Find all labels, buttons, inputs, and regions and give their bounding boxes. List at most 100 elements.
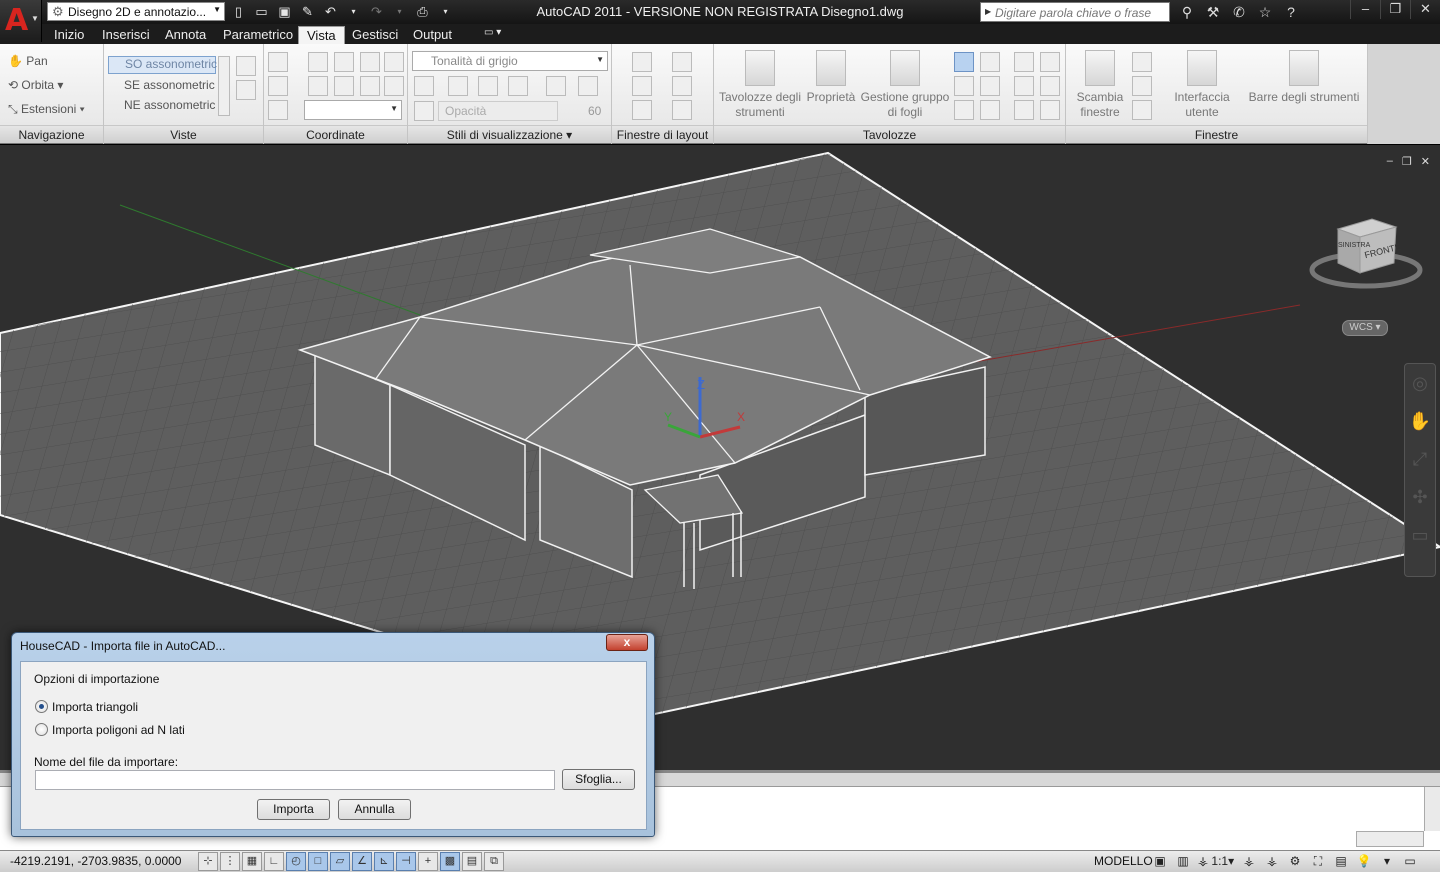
- ortho-mode-icon[interactable]: ∟: [264, 852, 284, 871]
- tab-annota[interactable]: Annota: [157, 26, 214, 44]
- ucs-world-icon[interactable]: [308, 52, 328, 72]
- calculator-icon[interactable]: [980, 76, 1000, 96]
- x-ray-icon[interactable]: [478, 76, 498, 96]
- clean-screen-icon[interactable]: ▭: [1400, 852, 1420, 871]
- redo-icon[interactable]: ↷: [366, 2, 387, 22]
- ucs-z-icon[interactable]: [384, 52, 404, 72]
- pan-icon[interactable]: ✋: [1405, 402, 1435, 440]
- redo-dropdown-icon[interactable]: ▾: [389, 2, 410, 22]
- minimize-icon[interactable]: –: [1350, 0, 1380, 19]
- radio-import-polygons[interactable]: [35, 723, 48, 736]
- hardware-acceleration-icon[interactable]: ▤: [1331, 852, 1351, 871]
- help-icon[interactable]: ?: [1280, 2, 1302, 22]
- ucs-view-icon[interactable]: [384, 76, 404, 96]
- isolate-objects-icon[interactable]: 💡: [1354, 852, 1374, 871]
- import-button[interactable]: Importa: [257, 799, 330, 820]
- dynamic-ucs-icon[interactable]: ⊾: [374, 852, 394, 871]
- tile-horizontal-icon[interactable]: [1132, 52, 1152, 72]
- pan-button[interactable]: ✋ Pan: [8, 54, 48, 68]
- quick-view-layouts-icon[interactable]: ▣: [1150, 852, 1170, 871]
- polar-tracking-icon[interactable]: ◴: [286, 852, 306, 871]
- viewport-minimize-icon[interactable]: –: [1387, 155, 1393, 168]
- view-manager-icon[interactable]: [236, 56, 256, 76]
- dynamic-input-icon[interactable]: ⊣: [396, 852, 416, 871]
- views-scrollbar[interactable]: [218, 56, 230, 116]
- annotation-scale[interactable]: ⚶ 1:1▾: [1196, 852, 1236, 871]
- grid-display-icon[interactable]: ▦: [242, 852, 262, 871]
- object-snap-tracking-icon[interactable]: ∠: [352, 852, 372, 871]
- subscription-icon[interactable]: ⚒: [1202, 2, 1224, 22]
- dialog-close-button[interactable]: x: [606, 634, 648, 651]
- radio-import-triangles[interactable]: [35, 700, 48, 713]
- panel-title[interactable]: Stili di visualizzazione ▾: [408, 125, 611, 143]
- face-style-icon[interactable]: [448, 76, 468, 96]
- save-icon[interactable]: ▣: [274, 2, 295, 22]
- infer-constraints-icon[interactable]: ⊹: [198, 852, 218, 871]
- layer-icon[interactable]: [954, 76, 974, 96]
- ucs-y-icon[interactable]: [360, 52, 380, 72]
- ucs-object-icon[interactable]: [360, 76, 380, 96]
- radio-import-polygons-label[interactable]: Importa poligoni ad N lati: [52, 723, 185, 737]
- orbit-icon[interactable]: ✣: [1405, 478, 1435, 516]
- cascade-icon[interactable]: [1132, 100, 1152, 120]
- qat-menu-icon[interactable]: ▾: [435, 2, 456, 22]
- orbit-button[interactable]: ⟲ Orbita ▾: [8, 78, 63, 92]
- undo-dropdown-icon[interactable]: ▾: [343, 2, 364, 22]
- cancel-button[interactable]: Annulla: [338, 799, 411, 820]
- viewport-join-icon[interactable]: [632, 76, 652, 96]
- workspace-switching-icon[interactable]: ⚙: [1285, 852, 1305, 871]
- palette-5-icon[interactable]: [1040, 76, 1060, 96]
- tab-parametrico[interactable]: Parametrico: [215, 26, 301, 44]
- snap-mode-icon[interactable]: ⋮: [220, 852, 240, 871]
- ucs-origin-icon[interactable]: [268, 76, 288, 96]
- extents-button[interactable]: ⤡ Estensioni ▾: [8, 102, 85, 117]
- close-icon[interactable]: ✕: [1410, 0, 1440, 19]
- command-line-scrollbar[interactable]: [1424, 787, 1440, 831]
- tab-vista[interactable]: Vista: [298, 26, 345, 44]
- binoculars-icon[interactable]: ⚲: [1176, 2, 1198, 22]
- tab-inserisci[interactable]: Inserisci: [94, 26, 158, 44]
- restore-icon[interactable]: ❐: [1380, 0, 1410, 19]
- horizontal-scrollbar[interactable]: [1356, 831, 1424, 847]
- undo-icon[interactable]: ↶: [320, 2, 341, 22]
- tab-inizio[interactable]: Inizio: [46, 26, 92, 44]
- wcs-menu[interactable]: WCS ▾: [1342, 320, 1388, 336]
- palette-active-icon[interactable]: [954, 52, 974, 72]
- annotation-autoscale-icon[interactable]: ⚶: [1262, 852, 1282, 871]
- sheet-set-manager-button[interactable]: Gestione gruppo di fogli: [858, 50, 952, 120]
- open-folder-icon[interactable]: ▭: [251, 2, 272, 22]
- palette-7-icon[interactable]: [1040, 100, 1060, 120]
- ucs-combo[interactable]: ▼: [304, 100, 402, 120]
- annotation-visibility-icon[interactable]: ⚶: [1239, 852, 1259, 871]
- tool-palettes-button[interactable]: Tavolozze degli strumenti: [716, 50, 804, 120]
- quick-view-drawings-icon[interactable]: ▥: [1173, 852, 1193, 871]
- properties-button[interactable]: Proprietà: [804, 50, 858, 105]
- palette-6-icon[interactable]: [1014, 100, 1034, 120]
- palette-4-icon[interactable]: [1014, 76, 1034, 96]
- steering-wheel-icon[interactable]: ◎: [1405, 364, 1435, 402]
- ucs-3point-icon[interactable]: [334, 76, 354, 96]
- search-input[interactable]: ▶ Digitare parola chiave o frase: [980, 2, 1170, 22]
- status-menu-icon[interactable]: ▾: [1377, 852, 1397, 871]
- view-so-isometric[interactable]: SO assonometric: [108, 56, 217, 74]
- viewport-restore-icon[interactable]: ❐: [1402, 155, 1412, 168]
- favorites-icon[interactable]: ☆: [1254, 2, 1276, 22]
- viewport-grid-icon[interactable]: [672, 100, 692, 120]
- ucs-named-icon[interactable]: [268, 100, 288, 120]
- transparency-icon[interactable]: ▩: [440, 852, 460, 871]
- viewport-lock-icon[interactable]: [632, 100, 652, 120]
- new-file-icon[interactable]: ▯: [228, 2, 249, 22]
- tab-gestisci[interactable]: Gestisci: [344, 26, 406, 44]
- palette-3-icon[interactable]: [1040, 52, 1060, 72]
- ucs-x-icon[interactable]: [334, 52, 354, 72]
- view-ne-isometric[interactable]: NE assonometric: [108, 98, 215, 112]
- zoom-icon[interactable]: ⤢: [1405, 440, 1435, 478]
- shadow-icon[interactable]: [508, 76, 528, 96]
- markup-icon[interactable]: [980, 100, 1000, 120]
- lock-icon[interactable]: ⛶: [1308, 852, 1328, 871]
- viewport-close-icon[interactable]: ✕: [1421, 155, 1430, 168]
- named-views-icon[interactable]: [236, 80, 256, 100]
- switch-windows-button[interactable]: Scambia finestre: [1068, 50, 1132, 120]
- toolbars-button[interactable]: Barre degli strumenti: [1244, 50, 1364, 105]
- workspace-select[interactable]: ⚙ Disegno 2D e annotazio... ▼: [47, 2, 225, 21]
